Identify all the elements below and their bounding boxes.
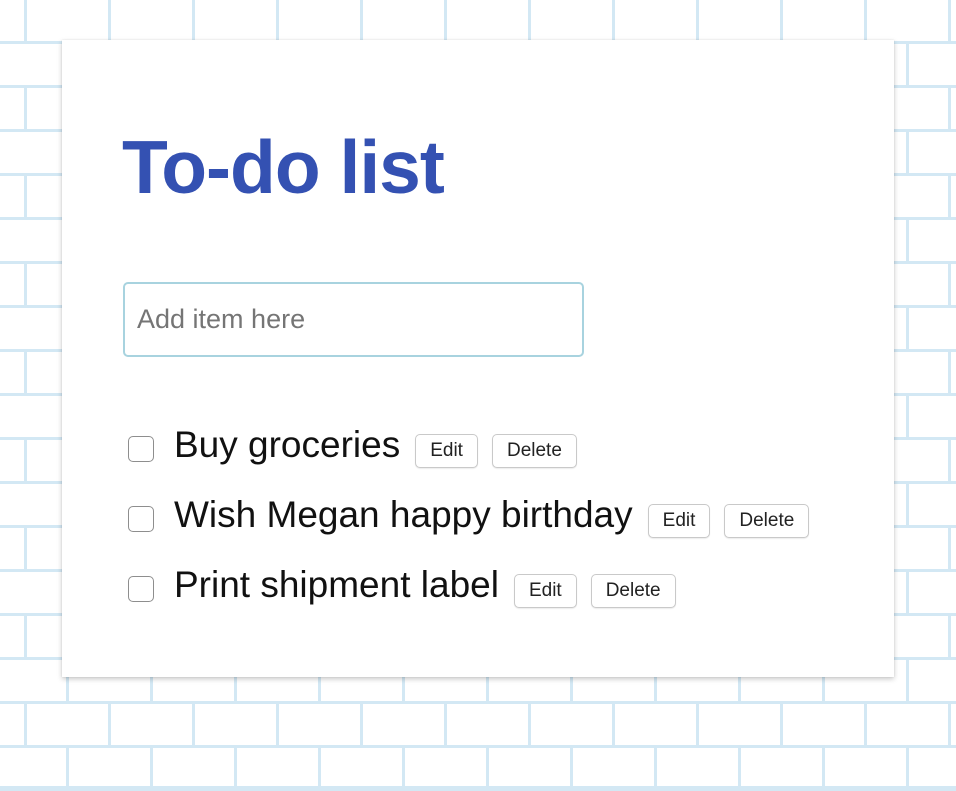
page-title: To-do list: [122, 125, 445, 209]
delete-button[interactable]: Delete: [724, 504, 810, 538]
todo-label: Buy groceries: [174, 424, 401, 465]
todo-checkbox[interactable]: [128, 436, 154, 462]
edit-button[interactable]: Edit: [415, 434, 478, 468]
todo-item: Print shipment label Edit Delete: [126, 554, 823, 624]
todo-card: To-do list Buy groceries Edit Delete Wis…: [62, 40, 894, 677]
edit-button[interactable]: Edit: [647, 504, 711, 538]
todo-label: Print shipment label: [174, 564, 499, 605]
add-item-input[interactable]: [123, 282, 584, 357]
edit-button[interactable]: Edit: [513, 574, 577, 608]
todo-item: Wish Megan happy birthday Edit Delete: [126, 484, 823, 554]
todo-checkbox[interactable]: [128, 576, 154, 602]
todo-item: Buy groceries Edit Delete: [126, 414, 823, 484]
todo-list: Buy groceries Edit Delete Wish Megan hap…: [126, 414, 823, 624]
delete-button[interactable]: Delete: [590, 574, 676, 608]
todo-checkbox[interactable]: [128, 506, 154, 532]
todo-label: Wish Megan happy birthday: [174, 494, 633, 535]
delete-button[interactable]: Delete: [491, 434, 577, 468]
